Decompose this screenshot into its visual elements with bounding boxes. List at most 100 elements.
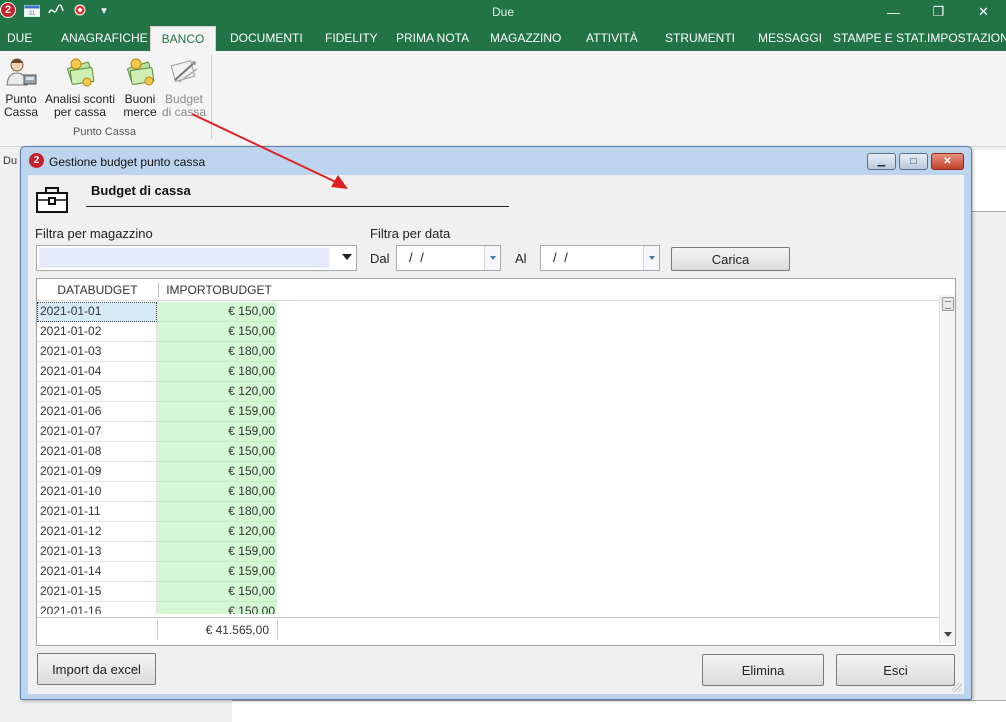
table-row[interactable]: 2021-01-15 € 150,00 (37, 582, 939, 602)
dropdown-arrow-icon[interactable]: ▾ (96, 3, 112, 17)
tab-stampe-e-stat[interactable]: STAMPE E STAT. (833, 26, 927, 51)
column-header-databudget[interactable]: DATABUDGET (37, 283, 158, 297)
gear-icon[interactable] (72, 3, 88, 17)
tab-anagrafiche[interactable]: ANAGRAFICHE (61, 26, 148, 51)
date-cell[interactable]: 2021-01-09 (37, 462, 157, 482)
tab-fidelity[interactable]: FIDELITY (325, 26, 378, 51)
tab-due[interactable]: DUE (7, 26, 32, 51)
budget-di-cassa-button[interactable]: Budget di cassa (161, 55, 207, 119)
table-row[interactable]: 2021-01-12 € 120,00 (37, 522, 939, 542)
warehouse-combo[interactable] (36, 245, 357, 271)
date-cell[interactable]: 2021-01-05 (37, 382, 157, 402)
table-row[interactable]: 2021-01-01 € 150,00 (37, 302, 939, 322)
date-cell[interactable]: 2021-01-10 (37, 482, 157, 502)
amount-cell[interactable]: € 180,00 (157, 342, 277, 362)
minimize-icon[interactable]: — (871, 0, 916, 24)
punto-cassa-button[interactable]: Punto Cassa (3, 55, 39, 119)
table-row[interactable]: 2021-01-03 € 180,00 (37, 342, 939, 362)
dialog-maximize-button[interactable]: □ (899, 153, 928, 170)
table-row[interactable]: 2021-01-05 € 120,00 (37, 382, 939, 402)
amount-cell[interactable]: € 159,00 (157, 542, 277, 562)
amount-cell[interactable]: € 150,00 (157, 462, 277, 482)
amount-cell[interactable]: € 120,00 (157, 522, 277, 542)
money-analysis-icon (63, 55, 97, 89)
calendar-icon[interactable]: 31 (24, 3, 40, 17)
date-cell[interactable]: 2021-01-01 (37, 302, 157, 322)
scrollbar-thumb[interactable] (942, 297, 954, 311)
import-excel-button[interactable]: Import da excel (37, 653, 156, 685)
grid-scrollbar[interactable] (939, 295, 955, 643)
warehouse-combo-value (39, 248, 329, 268)
scroll-down-icon[interactable] (944, 632, 952, 637)
ribbon-tabs: DUE ANAGRAFICHE BANCO DOCUMENTI FIDELITY… (0, 26, 1006, 51)
amount-cell[interactable]: € 180,00 (157, 482, 277, 502)
date-cell[interactable]: 2021-01-16 (37, 602, 157, 614)
tab-banco[interactable]: BANCO (150, 26, 216, 51)
ribbon-panel: Punto Cassa Analisi sconti per cassa Buo… (0, 51, 1006, 147)
table-row[interactable]: 2021-01-04 € 180,00 (37, 362, 939, 382)
resize-grip[interactable] (952, 682, 962, 692)
buoni-merce-button[interactable]: Buoni merce (120, 55, 160, 119)
amount-cell[interactable]: € 150,00 (157, 602, 277, 614)
tab-impostazioni[interactable]: IMPOSTAZIONI (927, 26, 1006, 51)
table-row[interactable]: 2021-01-07 € 159,00 (37, 422, 939, 442)
ribbon-label: Cassa (3, 105, 38, 119)
budget-grid[interactable]: DATABUDGET IMPORTOBUDGET 2021-01-01 € 150… (36, 278, 956, 646)
amount-cell[interactable]: € 159,00 (157, 402, 277, 422)
date-cell[interactable]: 2021-01-12 (37, 522, 157, 542)
date-cell[interactable]: 2021-01-06 (37, 402, 157, 422)
table-row[interactable]: 2021-01-10 € 180,00 (37, 482, 939, 502)
dialog-titlebar[interactable]: 2 Gestione budget punto cassa ▁ □ ✕ (21, 147, 971, 175)
date-cell[interactable]: 2021-01-11 (37, 502, 157, 522)
background-statusbar (232, 700, 1006, 722)
analisi-sconti-button[interactable]: Analisi sconti per cassa (44, 55, 116, 119)
date-cell[interactable]: 2021-01-07 (37, 422, 157, 442)
tab-magazzino[interactable]: MAGAZZINO (490, 26, 561, 51)
amount-cell[interactable]: € 150,00 (157, 302, 277, 322)
date-cell[interactable]: 2021-01-15 (37, 582, 157, 602)
date-cell[interactable]: 2021-01-04 (37, 362, 157, 382)
amount-cell[interactable]: € 180,00 (157, 502, 277, 522)
calendar-dropdown-icon[interactable] (643, 246, 659, 270)
dialog-minimize-button[interactable]: ▁ (867, 153, 896, 170)
to-date-picker[interactable]: / / (540, 245, 660, 271)
amount-cell[interactable]: € 150,00 (157, 582, 277, 602)
tab-messaggi[interactable]: MESSAGGI (758, 26, 822, 51)
close-icon[interactable]: ✕ (961, 0, 1006, 24)
tab-attivita[interactable]: ATTIVITÀ (586, 26, 638, 51)
table-row[interactable]: 2021-01-02 € 150,00 (37, 322, 939, 342)
tab-prima-nota[interactable]: PRIMA NOTA (396, 26, 469, 51)
amount-cell[interactable]: € 159,00 (157, 422, 277, 442)
amount-cell[interactable]: € 150,00 (157, 442, 277, 462)
dialog-close-button[interactable]: ✕ (931, 153, 964, 170)
amount-cell[interactable]: € 159,00 (157, 562, 277, 582)
date-cell[interactable]: 2021-01-08 (37, 442, 157, 462)
tab-documenti[interactable]: DOCUMENTI (230, 26, 303, 51)
calendar-dropdown-icon[interactable] (484, 246, 500, 270)
table-row[interactable]: 2021-01-11 € 180,00 (37, 502, 939, 522)
date-cell[interactable]: 2021-01-14 (37, 562, 157, 582)
amount-cell[interactable]: € 150,00 (157, 322, 277, 342)
restore-icon[interactable]: ❐ (916, 0, 961, 24)
table-row[interactable]: 2021-01-06 € 159,00 (37, 402, 939, 422)
app-logo[interactable]: 2 (0, 2, 16, 18)
signature-icon[interactable] (48, 3, 64, 17)
table-row[interactable]: 2021-01-09 € 150,00 (37, 462, 939, 482)
table-row[interactable]: 2021-01-14 € 159,00 (37, 562, 939, 582)
load-button[interactable]: Carica (671, 247, 790, 271)
background-tab-label[interactable]: Du (3, 155, 17, 167)
amount-cell[interactable]: € 180,00 (157, 362, 277, 382)
delete-button[interactable]: Elimina (702, 654, 824, 686)
date-cell[interactable]: 2021-01-13 (37, 542, 157, 562)
table-row[interactable]: 2021-01-16 € 150,00 (37, 602, 939, 614)
date-cell[interactable]: 2021-01-02 (37, 322, 157, 342)
amount-cell[interactable]: € 120,00 (157, 382, 277, 402)
chevron-down-icon[interactable] (342, 254, 352, 260)
date-cell[interactable]: 2021-01-03 (37, 342, 157, 362)
table-row[interactable]: 2021-01-08 € 150,00 (37, 442, 939, 462)
tab-strumenti[interactable]: STRUMENTI (665, 26, 735, 51)
table-row[interactable]: 2021-01-13 € 159,00 (37, 542, 939, 562)
column-header-importobudget[interactable]: IMPORTOBUDGET (159, 283, 279, 297)
from-date-picker[interactable]: / / (396, 245, 501, 271)
exit-button[interactable]: Esci (836, 654, 955, 686)
